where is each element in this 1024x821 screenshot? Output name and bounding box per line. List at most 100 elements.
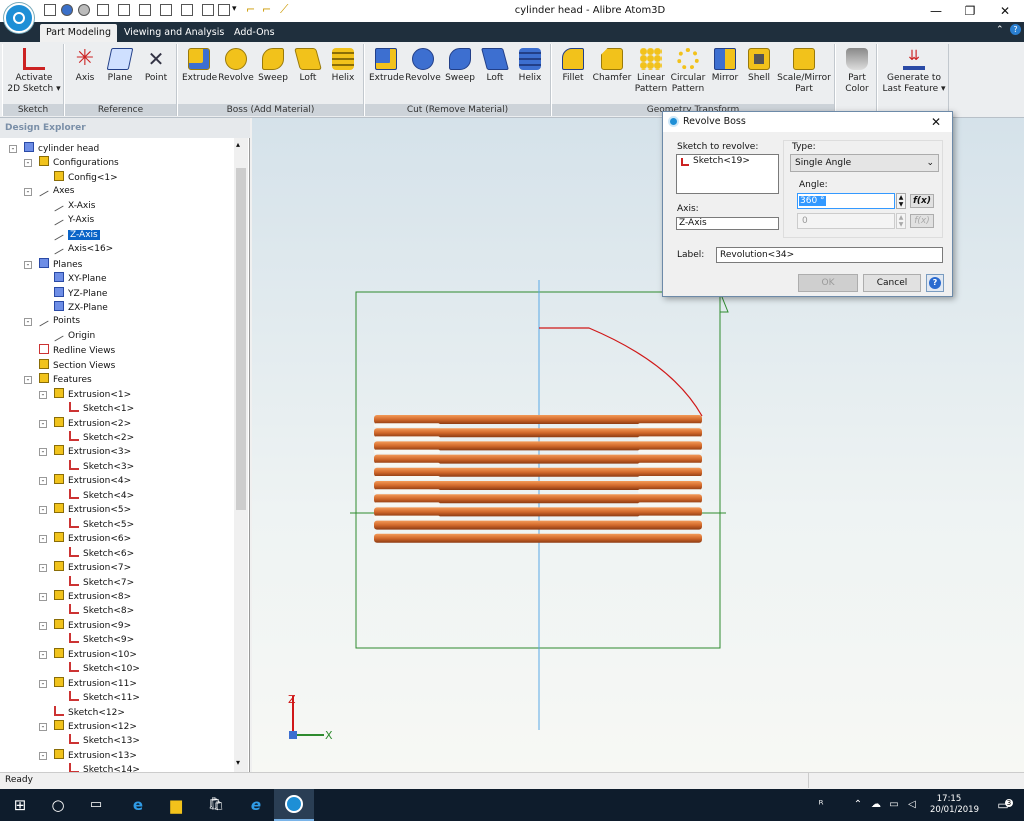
- undo-icon[interactable]: [61, 4, 73, 16]
- tree-item-zx-plane[interactable]: ZX-Plane: [54, 300, 108, 314]
- tree-item-redline-views[interactable]: Redline Views: [39, 344, 115, 357]
- boss-loft-button[interactable]: Loft: [292, 48, 324, 84]
- tree-item-yz-plane[interactable]: YZ-Plane: [54, 286, 107, 300]
- tree-item-x-axis[interactable]: X-Axis: [54, 200, 95, 213]
- boss-revolve-button[interactable]: Revolve: [218, 48, 254, 84]
- view-bottom-icon[interactable]: [202, 4, 214, 16]
- tree-item-points[interactable]: Points: [39, 315, 80, 328]
- tree-item-extrusion-1[interactable]: Extrusion<1>: [54, 387, 131, 401]
- scroll-down-icon[interactable]: ▾: [236, 758, 240, 767]
- plane-button[interactable]: Plane: [103, 48, 137, 84]
- chamfer-button[interactable]: Chamfer: [592, 48, 632, 84]
- view-left-icon[interactable]: [218, 4, 230, 16]
- tree-expander[interactable]: -: [39, 564, 47, 573]
- tree-item-extrusion-8[interactable]: Extrusion<8>: [54, 589, 131, 603]
- generate-to-last-feature-button[interactable]: ⇊ Generate to Last Feature ▾: [881, 48, 947, 95]
- alibre-taskbar-icon[interactable]: [274, 789, 314, 821]
- tree-expander[interactable]: -: [39, 592, 47, 601]
- view-cube-icon[interactable]: [97, 4, 109, 16]
- tree-expander[interactable]: -: [39, 448, 47, 457]
- tab-viewing-analysis[interactable]: Viewing and Analysis: [118, 24, 230, 42]
- cancel-button[interactable]: Cancel: [863, 274, 921, 292]
- tree-item-sketch-12[interactable]: Sketch<12>: [54, 705, 125, 719]
- store-icon[interactable]: 🛍: [196, 789, 236, 821]
- axis-button[interactable]: ✳ Axis: [69, 48, 101, 84]
- help-icon[interactable]: ?: [1010, 24, 1021, 35]
- tray-chevron-icon[interactable]: ⌃: [850, 789, 866, 821]
- sketch-arc-icon[interactable]: ⌐: [262, 3, 271, 16]
- view-right-icon[interactable]: [160, 4, 172, 16]
- view-front-icon[interactable]: [118, 4, 130, 16]
- tree-item-section-views[interactable]: Section Views: [39, 358, 115, 372]
- tree-item-sketch-1[interactable]: Sketch<1>: [69, 402, 134, 415]
- tree-expander[interactable]: -: [9, 145, 17, 153]
- tree-item-extrusion-7[interactable]: Extrusion<7>: [54, 561, 131, 574]
- tree-item-origin[interactable]: Origin: [54, 330, 95, 343]
- task-view-icon[interactable]: ▭: [76, 789, 116, 821]
- boss-sweep-button[interactable]: Sweep: [256, 48, 290, 84]
- angle-fx-button[interactable]: f(x): [910, 194, 934, 208]
- scale-mirror-part-button[interactable]: Scale/Mirror Part: [776, 48, 832, 95]
- tab-add-ons[interactable]: Add-Ons: [228, 24, 281, 42]
- tree-item-extrusion-6[interactable]: Extrusion<6>: [54, 532, 131, 545]
- fillet-button[interactable]: Fillet: [556, 48, 590, 84]
- tree-item-features[interactable]: Features: [39, 373, 92, 386]
- collapse-ribbon-icon[interactable]: ⌃: [996, 25, 1004, 35]
- tree-expander[interactable]: -: [24, 188, 32, 197]
- circular-pattern-button[interactable]: Circular Pattern: [668, 48, 708, 95]
- windows-start-icon[interactable]: ⊞: [0, 789, 40, 821]
- cut-helix-button[interactable]: Helix: [513, 48, 547, 84]
- tree-item-cylinder-head[interactable]: cylinder head: [24, 142, 99, 155]
- view-top-icon[interactable]: [139, 4, 151, 16]
- maximize-button[interactable]: ❐: [955, 2, 985, 20]
- tree-expander[interactable]: -: [39, 506, 47, 515]
- tree-scrollbar[interactable]: ▴ ▾: [234, 138, 248, 772]
- angle-spinner[interactable]: ▲ ▼: [896, 193, 906, 209]
- tree-expander[interactable]: -: [39, 723, 47, 731]
- redo-icon[interactable]: [78, 4, 90, 16]
- tree-expander[interactable]: -: [39, 621, 47, 630]
- tree-expander[interactable]: -: [24, 376, 32, 385]
- tree-item-sketch-8[interactable]: Sketch<8>: [69, 604, 134, 617]
- sketch-to-revolve-list[interactable]: Sketch<19>: [676, 154, 779, 194]
- minimize-button[interactable]: —: [921, 2, 951, 20]
- tree-item-y-axis[interactable]: Y-Axis: [54, 214, 94, 227]
- axis-field[interactable]: Z-Axis: [676, 217, 779, 230]
- tree-item-sketch-5[interactable]: Sketch<5>: [69, 517, 134, 531]
- tree-expander[interactable]: -: [39, 535, 47, 544]
- tree-item-sketch-3[interactable]: Sketch<3>: [69, 459, 134, 473]
- volume-icon[interactable]: ◁: [904, 789, 920, 821]
- tree-item-sketch-6[interactable]: Sketch<6>: [69, 546, 134, 560]
- save-icon[interactable]: [44, 4, 56, 16]
- tree-item-sketch-11[interactable]: Sketch<11>: [69, 691, 140, 704]
- cut-extrude-button[interactable]: Extrude: [369, 48, 404, 84]
- tree-expander[interactable]: -: [39, 419, 47, 428]
- edge-browser-icon[interactable]: e: [118, 789, 158, 821]
- close-button[interactable]: ✕: [990, 2, 1020, 20]
- cut-revolve-button[interactable]: Revolve: [405, 48, 441, 84]
- tree-expander[interactable]: -: [24, 260, 32, 269]
- monitor-icon[interactable]: ▭: [886, 789, 902, 821]
- tree-expander[interactable]: -: [24, 159, 32, 168]
- sketch-pencil-icon[interactable]: ⟋: [280, 2, 288, 17]
- tree-expander[interactable]: -: [39, 477, 47, 486]
- tree-item-extrusion-10[interactable]: Extrusion<10>: [54, 647, 137, 661]
- tree-expander[interactable]: -: [39, 650, 47, 659]
- tree-item-sketch-9[interactable]: Sketch<9>: [69, 633, 134, 646]
- tree-item-configurations[interactable]: Configurations: [39, 156, 119, 169]
- tree-item-extrusion-13[interactable]: Extrusion<13>: [54, 748, 137, 762]
- dialog-close-button[interactable]: ✕: [931, 115, 941, 129]
- mirror-button[interactable]: Mirror: [708, 48, 742, 84]
- tree-item-extrusion-3[interactable]: Extrusion<3>: [54, 445, 131, 458]
- tree-expander[interactable]: -: [39, 679, 47, 688]
- tree-item-axis-16[interactable]: Axis<16>: [54, 243, 113, 256]
- tree-item-planes[interactable]: Planes: [39, 257, 82, 271]
- boss-extrude-button[interactable]: Extrude: [182, 48, 217, 84]
- tree-item-sketch-2[interactable]: Sketch<2>: [69, 431, 134, 444]
- file-explorer-icon[interactable]: ▆: [156, 789, 196, 821]
- dialog-help-button[interactable]: ?: [926, 274, 944, 292]
- qa-dropdown-icon[interactable]: ▾: [232, 4, 237, 14]
- tree-item-extrusion-11[interactable]: Extrusion<11>: [54, 676, 137, 690]
- tree-item-extrusion-4[interactable]: Extrusion<4>: [54, 474, 131, 487]
- scroll-up-icon[interactable]: ▴: [236, 140, 240, 149]
